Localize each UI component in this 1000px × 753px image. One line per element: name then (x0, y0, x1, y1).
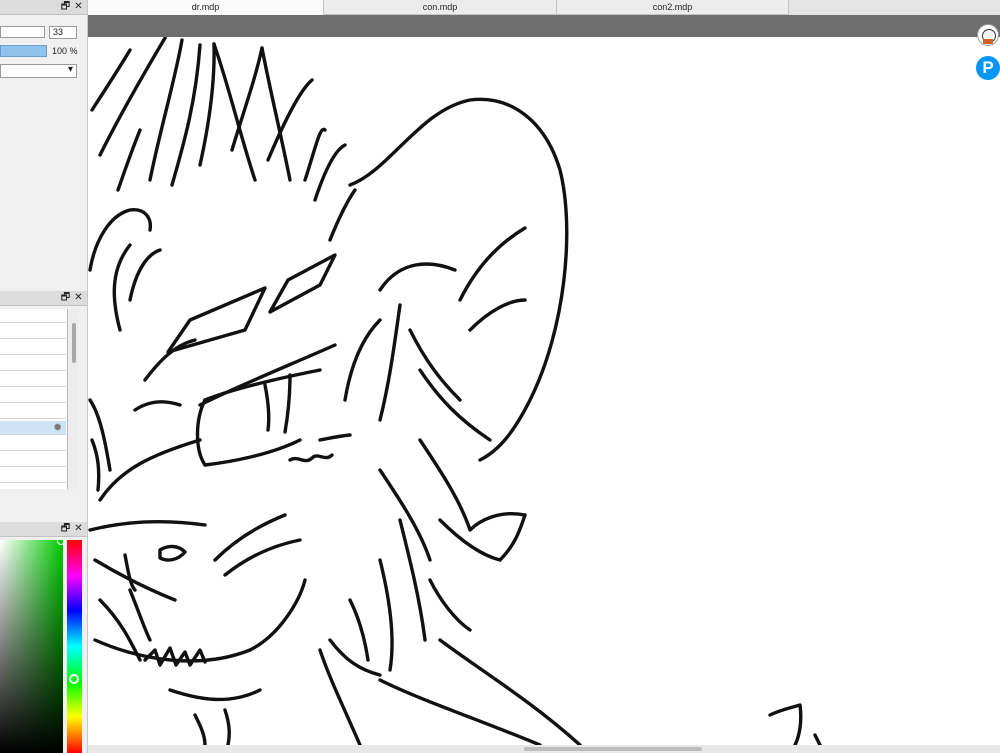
horizontal-scroll-thumb[interactable] (524, 747, 702, 751)
horizontal-scrollbar[interactable] (88, 745, 1000, 753)
chevron-down-icon: ▾ (67, 64, 73, 75)
layer-row[interactable] (0, 357, 66, 371)
layer-row[interactable] (0, 389, 66, 403)
layer-row[interactable] (0, 341, 66, 355)
layer-row[interactable] (0, 405, 66, 419)
hue-slider-handle[interactable] (69, 674, 79, 684)
color-panel: 🗗 ✕ (0, 522, 88, 753)
layer-row[interactable] (0, 453, 66, 467)
lineart-drawing (88, 37, 822, 745)
tab-bar: dr.mdp con.mdp con2.mdp (88, 0, 1000, 15)
pixiv-icon[interactable]: P (976, 56, 1000, 80)
color-picker-handle[interactable] (57, 537, 65, 545)
layer-row-selected[interactable]: ✹ (0, 421, 66, 435)
tab-con2-mdp[interactable]: con2.mdp (557, 0, 789, 15)
layer-panel-titlebar: 🗗 ✕ (0, 291, 87, 306)
layer-scroll-thumb[interactable] (72, 323, 76, 363)
color-panel-titlebar: 🗗 ✕ (0, 522, 87, 537)
layer-list: ✹ (0, 309, 68, 489)
drawing-canvas[interactable] (88, 37, 1000, 745)
layer-row[interactable] (0, 373, 66, 387)
hue-slider[interactable] (67, 540, 82, 753)
brush-size-input[interactable]: 33 (49, 26, 77, 39)
gear-icon[interactable]: ✹ (53, 421, 62, 435)
opacity-slider[interactable] (0, 45, 47, 57)
brush-size-slider[interactable] (0, 26, 45, 38)
tab-dr-mdp[interactable]: dr.mdp (88, 0, 324, 15)
canvas-toolbar (88, 15, 1000, 37)
layer-row[interactable] (0, 437, 66, 451)
layer-row[interactable] (0, 325, 66, 339)
brush-panel: 🗗 ✕ 33 100 % ▾ (0, 0, 88, 291)
close-icon[interactable]: ✕ (73, 523, 84, 534)
restore-icon[interactable]: 🗗 (60, 292, 71, 303)
close-icon[interactable]: ✕ (73, 1, 84, 12)
blend-mode-select[interactable]: ▾ (0, 64, 77, 78)
brush-panel-titlebar: 🗗 ✕ (0, 0, 87, 15)
saturation-value-picker[interactable] (0, 537, 65, 753)
restore-icon[interactable]: 🗗 (60, 523, 71, 534)
tab-con-mdp[interactable]: con.mdp (324, 0, 557, 15)
brush-size-value: 33 (53, 27, 64, 37)
layer-row[interactable] (0, 309, 66, 323)
layer-panel: 🗗 ✕ ✹ (0, 291, 88, 522)
close-icon[interactable]: ✕ (73, 292, 84, 303)
restore-icon[interactable]: 🗗 (60, 1, 71, 12)
layer-row[interactable] (0, 469, 66, 483)
layer-scrollbar[interactable] (70, 309, 78, 489)
mascot-icon[interactable] (977, 24, 999, 46)
mascot-hat (983, 39, 993, 44)
opacity-value: 100 % (52, 46, 78, 56)
